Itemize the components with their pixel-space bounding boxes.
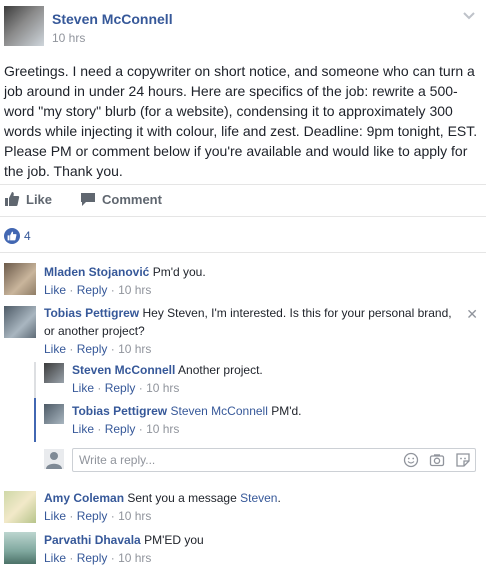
comment-actions: Like · Reply · 10 hrs <box>44 507 474 525</box>
comment-text: Another project. <box>178 363 263 377</box>
like-button[interactable]: Like <box>4 191 52 207</box>
separator: · <box>69 509 74 523</box>
divider <box>0 184 486 185</box>
comment-author[interactable]: Tobias Pettigrew <box>44 306 139 320</box>
comment-reply-link[interactable]: Reply <box>77 551 108 565</box>
separator: · <box>110 509 115 523</box>
comment-like-link[interactable]: Like <box>72 422 94 436</box>
comment-like-link[interactable]: Like <box>44 509 66 523</box>
comment-time[interactable]: 10 hrs <box>146 422 179 436</box>
comment-reply-link[interactable]: Reply <box>105 381 136 395</box>
divider <box>0 216 486 217</box>
comment-time[interactable]: 10 hrs <box>118 283 151 297</box>
camera-icon[interactable] <box>429 452 445 468</box>
comment-time[interactable]: 10 hrs <box>118 509 151 523</box>
reply: Tobias Pettigrew Steven McConnell PM'd. … <box>72 402 472 438</box>
separator: · <box>97 381 102 395</box>
separator: · <box>97 422 102 436</box>
sticker-icon[interactable] <box>455 452 471 468</box>
comment-reply-link[interactable]: Reply <box>105 422 136 436</box>
avatar[interactable] <box>4 263 36 295</box>
comment-reply-link[interactable]: Reply <box>77 509 108 523</box>
reaction-count: 4 <box>24 229 31 243</box>
comment-author[interactable]: Tobias Pettigrew <box>72 404 167 418</box>
comment-text: PM'ED you <box>144 533 204 547</box>
separator: · <box>138 422 143 436</box>
avatar[interactable] <box>4 306 36 338</box>
reply-placeholder: Write a reply... <box>79 453 156 467</box>
thumbs-up-icon <box>5 192 20 206</box>
reaction-summary[interactable]: 4 <box>4 228 31 244</box>
comment-like-link[interactable]: Like <box>44 342 66 356</box>
separator: · <box>69 283 74 297</box>
author-avatar[interactable] <box>4 6 44 46</box>
post-author-name[interactable]: Steven McConnell <box>52 11 173 27</box>
separator: · <box>110 283 115 297</box>
comment: Parvathi Dhavala PM'ED you Like · Reply … <box>44 531 474 567</box>
comment-time[interactable]: 10 hrs <box>118 551 151 565</box>
avatar[interactable] <box>44 363 64 383</box>
comment-like-link[interactable]: Like <box>72 381 94 395</box>
comment-actions: Like · Reply · 10 hrs <box>44 281 474 299</box>
comment-author[interactable]: Parvathi Dhavala <box>44 533 141 547</box>
post-timestamp[interactable]: 10 hrs <box>52 31 85 45</box>
comment-author[interactable]: Mladen Stojanović <box>44 265 149 279</box>
chevron-down-icon[interactable] <box>462 10 476 20</box>
mention-link[interactable]: Steven McConnell <box>170 404 267 418</box>
like-badge-icon <box>4 228 20 244</box>
mention-link[interactable]: Steven <box>240 491 277 505</box>
emoji-icon[interactable] <box>403 452 419 468</box>
comment-like-link[interactable]: Like <box>44 283 66 297</box>
separator: · <box>110 551 115 565</box>
separator: · <box>138 381 143 395</box>
comment: Tobias Pettigrew Hey Steven, I'm interes… <box>44 304 458 358</box>
comment-actions: Like · Reply · 10 hrs <box>44 549 474 567</box>
highlight-bar <box>34 398 36 442</box>
avatar[interactable] <box>44 404 64 424</box>
comment-icon <box>81 193 95 206</box>
reply-input[interactable]: Write a reply... <box>72 448 476 472</box>
comment-author[interactable]: Steven McConnell <box>72 363 175 377</box>
comment-like-link[interactable]: Like <box>44 551 66 565</box>
comment-text: Sent you a message <box>127 491 237 505</box>
comment-actions: Like · Reply · 10 hrs <box>72 420 472 438</box>
comment: Mladen Stojanović Pm'd you. Like · Reply… <box>44 263 474 299</box>
separator: · <box>69 551 74 565</box>
comment: Amy Coleman Sent you a message Steven. L… <box>44 489 474 525</box>
post-body: Greetings. I need a copywriter on short … <box>4 63 478 179</box>
avatar[interactable] <box>4 532 36 564</box>
comment-reply-link[interactable]: Reply <box>77 342 108 356</box>
comment-text: PM'd. <box>271 404 302 418</box>
comment-time[interactable]: 10 hrs <box>118 342 151 356</box>
close-icon[interactable]: ✕ <box>466 306 478 323</box>
like-button-label: Like <box>26 191 53 207</box>
reply: Steven McConnell Another project. Like ·… <box>72 361 472 397</box>
separator: · <box>69 342 74 356</box>
comment-text: Pm'd you. <box>152 265 206 279</box>
comment-button-label: Comment <box>102 191 162 207</box>
comment-time[interactable]: 10 hrs <box>146 381 179 395</box>
separator: · <box>110 342 115 356</box>
reply-input-tools <box>403 452 471 468</box>
post-header: Steven McConnell 10 hrs <box>0 0 486 52</box>
comment-actions: Like · Reply · 10 hrs <box>72 379 472 397</box>
divider <box>0 252 486 253</box>
avatar[interactable] <box>4 491 36 523</box>
comment-button[interactable]: Comment <box>80 191 162 207</box>
post-actions: Like Comment <box>0 191 486 211</box>
avatar <box>44 449 64 469</box>
comment-reply-link[interactable]: Reply <box>77 283 108 297</box>
comment-author[interactable]: Amy Coleman <box>44 491 124 505</box>
comment-text-suffix: . <box>277 491 281 505</box>
comment-actions: Like · Reply · 10 hrs <box>44 340 458 358</box>
